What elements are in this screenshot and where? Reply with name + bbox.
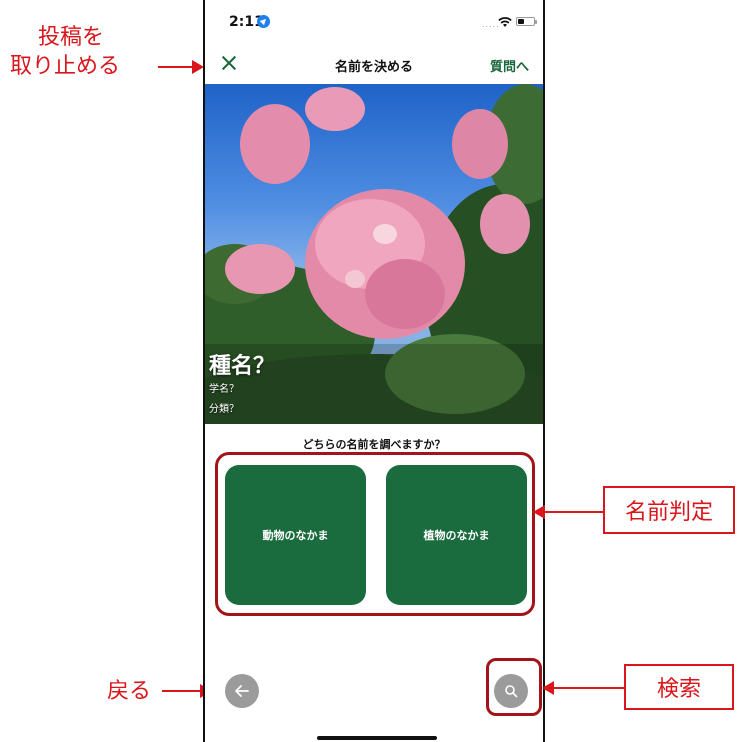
classification: 分類？ — [209, 404, 239, 415]
wifi-icon — [498, 17, 512, 27]
search-icon — [505, 685, 518, 698]
photo-area: 種名？ 学名？ 分類？ — [205, 84, 543, 424]
nav-bar: 名前を決める 質問へ — [205, 44, 543, 84]
home-indicator — [317, 736, 437, 740]
search-button[interactable] — [494, 674, 528, 708]
annotation-cancel-post-line1: 投稿を — [38, 25, 105, 50]
animal-choice-button[interactable]: 動物のなかま — [225, 465, 366, 605]
annotation-arrowhead — [542, 681, 554, 695]
back-button[interactable] — [225, 674, 259, 708]
annotation-arrow-line — [554, 687, 624, 689]
annotation-cancel-post-line2: 取り止める — [10, 54, 121, 79]
annotation-arrow-line — [162, 690, 202, 692]
scientific-name: 学名？ — [209, 384, 239, 395]
annotation-back: 戻る — [107, 679, 152, 704]
battery-icon — [516, 17, 537, 26]
location-arrow-icon — [257, 15, 270, 28]
phone-screen: 2:11 ..... 名前を決める 質問へ 種名？ 学名？ 分類？ どちらの名前… — [203, 0, 545, 742]
plant-choice-button[interactable]: 植物のなかま — [386, 465, 527, 605]
arrow-left-icon — [235, 685, 249, 697]
status-bar: 2:11 ..... — [205, 0, 543, 44]
annotation-arrow-line — [158, 66, 194, 68]
species-name: 種名？ — [209, 354, 276, 379]
choice-prompt: どちらの名前を調べますか？ — [302, 438, 446, 451]
annotation-arrowhead — [533, 505, 545, 519]
annotation-name-judgment: 名前判定 — [603, 486, 735, 534]
annotation-search: 検索 — [624, 664, 734, 710]
annotation-arrow-line — [545, 511, 603, 513]
question-link[interactable]: 質問へ — [490, 56, 529, 75]
